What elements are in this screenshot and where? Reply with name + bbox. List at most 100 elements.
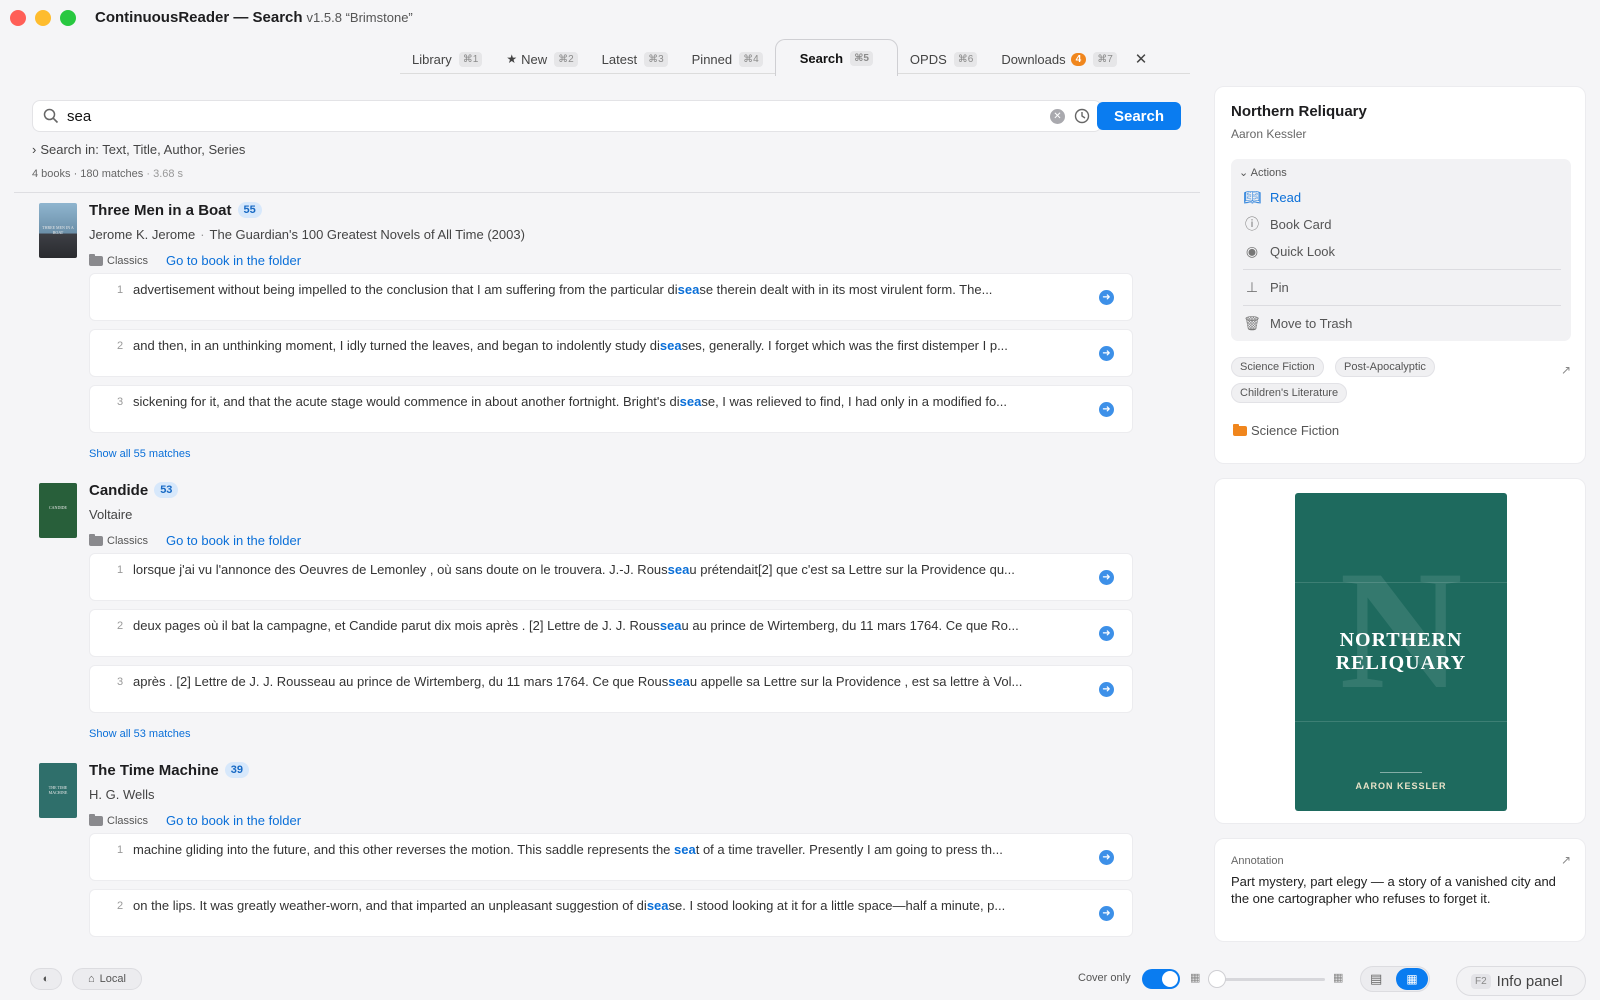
- match-count-badge: 39: [224, 762, 250, 778]
- cover-only-label: Cover only: [1078, 972, 1131, 984]
- arrow-right-icon[interactable]: ➜: [1099, 570, 1114, 585]
- match-number: 1: [117, 564, 124, 576]
- arrow-right-icon[interactable]: ➜: [1099, 290, 1114, 305]
- action-book-card[interactable]: ⓘ Book Card: [1243, 213, 1331, 235]
- tab-downloads[interactable]: Downloads 4 ⌘7: [989, 42, 1128, 76]
- tag-chip[interactable]: Post-Apocalyptic: [1335, 357, 1435, 377]
- appearance-toggle-button[interactable]: ◐: [30, 968, 62, 990]
- arrow-right-icon[interactable]: ➜: [1099, 682, 1114, 697]
- folder-name: Classics: [107, 254, 148, 267]
- tag-chip[interactable]: Children's Literature: [1231, 383, 1348, 403]
- grid-view-icon[interactable]: ▦: [1396, 968, 1428, 990]
- minimize-window-button[interactable]: [35, 10, 51, 26]
- action-quick-look[interactable]: ◉ Quick Look: [1243, 240, 1335, 262]
- search-icon: [43, 108, 59, 124]
- tab-latest[interactable]: Latest ⌘3: [590, 42, 680, 76]
- actions-section: ⌄ Actions 📖︎ Read ⓘ Book Card ◉ Quick Look …: [1231, 159, 1571, 341]
- external-arrow-icon[interactable]: ↗: [1561, 853, 1571, 867]
- actions-disclosure[interactable]: ⌄ Actions: [1239, 166, 1287, 179]
- clear-search-icon[interactable]: ✕: [1050, 108, 1065, 124]
- match-text-before: après . [2] Lettre de J. J. Rousseau au …: [133, 674, 669, 689]
- search-time: · 3.68 s: [146, 168, 184, 180]
- match-text-after: se. I stood looking at it for a little s…: [668, 898, 1006, 913]
- book-title[interactable]: Three Men in a Boat 55: [89, 202, 262, 219]
- match-row[interactable]: 3 après . [2] Lettre de J. J. Rousseau au…: [89, 665, 1133, 713]
- arrow-right-icon[interactable]: ➜: [1099, 626, 1114, 641]
- external-arrow-icon[interactable]: ↗: [1561, 363, 1571, 377]
- match-row[interactable]: 3 sickening for it, and that the acute st…: [89, 385, 1133, 433]
- results-count: 4 books · 180 matches: [32, 168, 144, 180]
- match-highlight: sea: [659, 618, 682, 633]
- tab-label: Library: [412, 51, 452, 67]
- show-all-matches-link[interactable]: Show all 53 matches: [89, 728, 191, 740]
- show-all-matches-link[interactable]: Show all 55 matches: [89, 448, 191, 460]
- match-text-after: se, I was relieved to find, I had only i…: [701, 394, 1008, 409]
- genre-folder[interactable]: Science Fiction: [1233, 423, 1339, 438]
- tab-pinned[interactable]: Pinned ⌘4: [680, 42, 775, 76]
- book-cover-thumbnail[interactable]: CANDIDE: [39, 483, 77, 538]
- tab-label: New: [521, 51, 548, 67]
- annotation-header: Annotation: [1231, 855, 1284, 867]
- tab-library[interactable]: Library ⌘1: [400, 42, 494, 76]
- tab-opds[interactable]: OPDS ⌘6: [898, 42, 989, 76]
- match-row[interactable]: 1 lorsque j'ai vu l'annonce des Oeuvres d…: [89, 553, 1133, 601]
- match-row[interactable]: 1 advertisement without being impelled to…: [89, 273, 1133, 321]
- search-input[interactable]: [67, 107, 1050, 125]
- book-cover-thumbnail[interactable]: THREE MEN IN A BOAT: [39, 203, 77, 258]
- history-icon[interactable]: [1073, 107, 1091, 125]
- close-window-button[interactable]: [10, 10, 26, 26]
- table-view-icon[interactable]: ▤: [1370, 971, 1382, 987]
- action-move-to-trash[interactable]: 🗑︎ Move to Trash: [1243, 312, 1352, 334]
- tab-search[interactable]: Search ⌘5: [774, 39, 898, 76]
- cover-only-toggle[interactable]: [1142, 969, 1180, 989]
- match-highlight: sea: [659, 338, 682, 353]
- book-cover-thumbnail[interactable]: THE TIME MACHINE: [39, 763, 77, 818]
- go-to-folder-link[interactable]: Go to book in the folder: [166, 813, 301, 828]
- match-row[interactable]: 2 on the lips. It was greatly weather-wor…: [89, 889, 1133, 937]
- info-panel-shortcut: F2: [1471, 973, 1491, 989]
- chevron-down-icon: ⌄: [1239, 167, 1249, 179]
- info-book-author: Aaron Kessler: [1231, 127, 1307, 141]
- results-summary: 4 books · 180 matches · 3.68 s: [32, 168, 183, 180]
- go-to-folder-link[interactable]: Go to book in the folder: [166, 253, 301, 268]
- tab-label: Downloads: [1001, 51, 1066, 67]
- size-slider-track[interactable]: [1217, 978, 1325, 981]
- match-text-before: and then, in an unthinking moment, I idl…: [133, 338, 660, 353]
- result-book: CANDIDE Candide 53 Voltaire Classics Go to…: [14, 478, 1200, 758]
- storage-button[interactable]: ⌂ Local: [72, 968, 142, 990]
- tab-new[interactable]: ★ New ⌘2: [494, 42, 589, 76]
- search-button[interactable]: Search: [1097, 102, 1181, 130]
- arrow-right-icon[interactable]: ➜: [1099, 850, 1114, 865]
- match-text-before: sickening for it, and that the acute sta…: [133, 394, 680, 409]
- action-read[interactable]: 📖︎ Read: [1243, 186, 1301, 208]
- zoom-window-button[interactable]: [60, 10, 76, 26]
- arrow-right-icon[interactable]: ➜: [1099, 402, 1114, 417]
- book-cover-large[interactable]: N NORTHERN RELIQUARY AARON KESSLER: [1295, 493, 1507, 811]
- match-row[interactable]: 2 and then, in an unthinking moment, I id…: [89, 329, 1133, 377]
- arrow-right-icon[interactable]: ➜: [1099, 906, 1114, 921]
- book-title[interactable]: The Time Machine 39: [89, 762, 250, 779]
- match-count-badge: 53: [154, 482, 179, 498]
- search-in-disclosure[interactable]: › Search in: Text, Title, Author, Series: [32, 142, 245, 157]
- match-row[interactable]: 2 deux pages où il bat la campagne, et Ca…: [89, 609, 1133, 657]
- action-pin[interactable]: ⊥ Pin: [1243, 276, 1289, 298]
- book-title[interactable]: Candide 53: [89, 482, 179, 499]
- grid-large-icon: ▦: [1333, 972, 1344, 984]
- action-label: Move to Trash: [1270, 315, 1353, 331]
- match-row[interactable]: 1 machine gliding into the future, and th…: [89, 833, 1133, 881]
- match-text-before: on the lips. It was greatly weather-worn…: [133, 898, 647, 913]
- book-title-text: Three Men in a Boat: [89, 202, 232, 219]
- close-tab-icon[interactable]: ✕: [1129, 42, 1154, 76]
- go-to-folder-link[interactable]: Go to book in the folder: [166, 533, 301, 548]
- match-text: sickening for it, and that the acute sta…: [133, 394, 1083, 409]
- tab-shortcut: ⌘3: [644, 51, 668, 67]
- tag-chip[interactable]: Science Fiction: [1231, 357, 1324, 377]
- trash-icon: 🗑︎: [1243, 314, 1261, 331]
- info-panel-button[interactable]: F2 Info panel: [1456, 966, 1586, 996]
- size-slider-handle[interactable]: [1208, 970, 1226, 988]
- folder-name: Classics: [107, 814, 148, 827]
- arrow-right-icon[interactable]: ➜: [1099, 346, 1114, 361]
- match-text-before: machine gliding into the future, and thi…: [133, 842, 675, 857]
- match-count-badge: 55: [237, 202, 262, 218]
- pin-icon: ⊥: [1245, 278, 1259, 295]
